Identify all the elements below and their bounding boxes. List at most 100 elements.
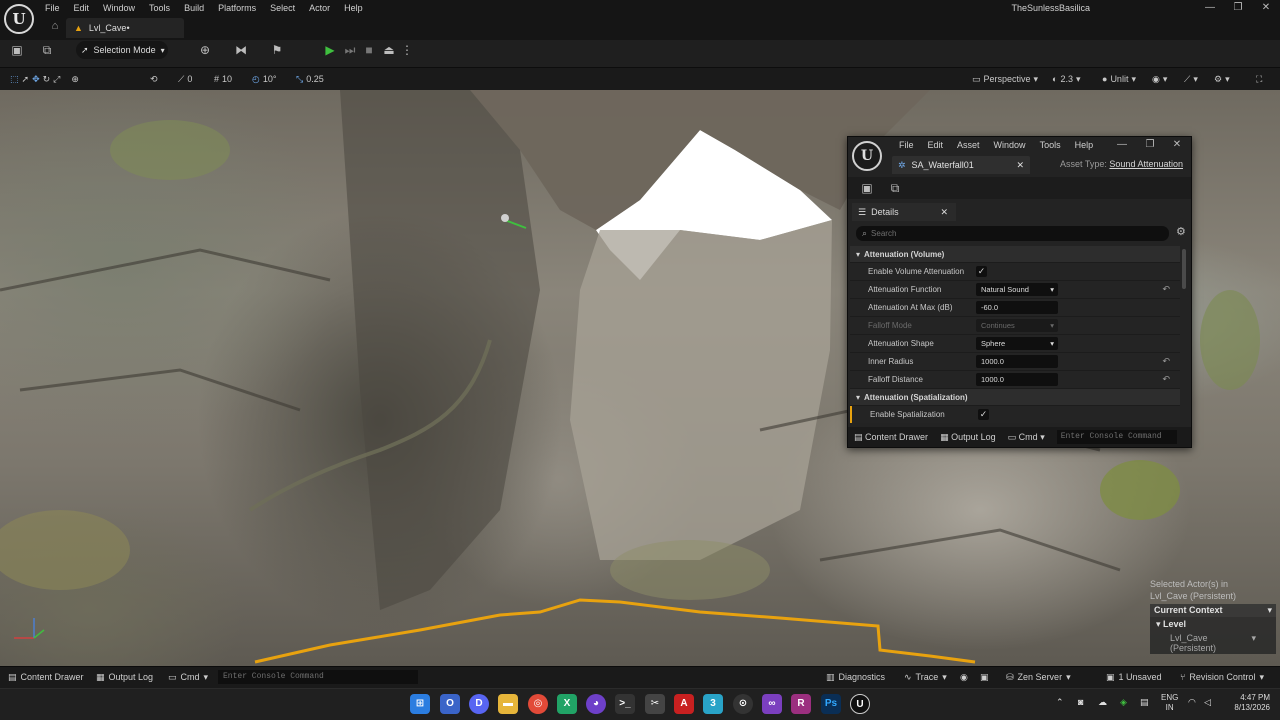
- menu-tools[interactable]: Tools: [142, 0, 177, 16]
- minimize-button[interactable]: —: [1108, 137, 1136, 153]
- close-icon[interactable]: ✕: [940, 207, 948, 218]
- attenuation-at-max-field[interactable]: -60.0: [976, 301, 1058, 314]
- menu-help[interactable]: Help: [1068, 137, 1101, 155]
- screenshot-button[interactable]: ▣: [980, 669, 989, 685]
- file-explorer-icon[interactable]: ▬: [498, 694, 518, 714]
- menu-window[interactable]: Window: [96, 0, 142, 16]
- asset-type-value[interactable]: Sound Attenuation: [1109, 159, 1183, 169]
- menu-file[interactable]: File: [892, 137, 921, 155]
- console-input[interactable]: Enter Console Command: [218, 670, 418, 684]
- camera-speed-dropdown[interactable]: ◐ 2.3 ▾: [1052, 71, 1080, 87]
- surface-snap-toggle[interactable]: ⟲: [150, 71, 158, 87]
- snap-toggle[interactable]: ⟋ 0: [178, 71, 192, 87]
- level-tab[interactable]: ▲ Lvl_Cave•: [66, 18, 184, 38]
- tray-cloud-icon[interactable]: ☁: [1098, 697, 1107, 708]
- settings-dropdown[interactable]: ⚙ ▾: [1214, 71, 1230, 87]
- reset-icon[interactable]: ↶: [1162, 356, 1170, 367]
- tray-discord-icon[interactable]: ◙: [1078, 697, 1083, 707]
- enable-volume-attenuation-checkbox[interactable]: ✓: [976, 266, 987, 277]
- grid-snap-toggle[interactable]: # 10: [214, 71, 232, 87]
- perspective-dropdown[interactable]: ▭ Perspective ▾: [972, 71, 1038, 87]
- discord-icon[interactable]: D: [469, 694, 489, 714]
- tray-app-icon[interactable]: ▤: [1140, 697, 1149, 708]
- menu-tools[interactable]: Tools: [1033, 137, 1068, 155]
- context-level-name-row[interactable]: Lvl_Cave (Persistent) ▾: [1150, 632, 1276, 654]
- asset-tab[interactable]: ✲ SA_Waterfall01 ✕: [892, 156, 1030, 174]
- content-browser-icon[interactable]: ⧉: [38, 41, 56, 59]
- maximize-button[interactable]: ❐: [1224, 0, 1252, 16]
- performance-dropdown[interactable]: ⟋ ▾: [1184, 71, 1198, 87]
- gear-icon[interactable]: ⚙: [1176, 225, 1186, 238]
- menu-select[interactable]: Select: [263, 0, 302, 16]
- scale-icon[interactable]: ⤢: [53, 71, 60, 87]
- maximize-button[interactable]: ❐: [1136, 137, 1164, 153]
- play-icon[interactable]: ▶: [321, 41, 339, 59]
- world-icon[interactable]: ⊕: [71, 71, 79, 87]
- unsaved-button[interactable]: ▣ 1 Unsaved: [1106, 669, 1162, 685]
- scale-snap-toggle[interactable]: ⤡ 0.25: [296, 71, 324, 87]
- cmd-dropdown[interactable]: ▭ Cmd ▾: [168, 669, 208, 685]
- trace-dropdown[interactable]: ∿ Trace ▾: [904, 669, 947, 685]
- stop-icon[interactable]: ■: [360, 41, 378, 59]
- close-button[interactable]: ✕: [1163, 137, 1191, 153]
- save-icon[interactable]: ▣: [8, 41, 26, 59]
- excel-icon[interactable]: X: [557, 694, 577, 714]
- chrome-icon[interactable]: ◎: [528, 694, 548, 714]
- browse-icon[interactable]: ⧉: [886, 179, 904, 197]
- output-log-button[interactable]: ▦ Output Log: [940, 432, 996, 443]
- move-icon[interactable]: ✥: [32, 71, 40, 87]
- details-scrollbar[interactable]: [1182, 249, 1186, 289]
- selection-mode-dropdown[interactable]: ➚ Selection Mode ▾: [76, 41, 168, 59]
- diagnostics-button[interactable]: ▥ Diagnostics: [826, 669, 885, 685]
- details-tab[interactable]: ☰ Details ✕: [852, 203, 956, 221]
- attenuation-function-dropdown[interactable]: Natural Sound ▾: [976, 283, 1058, 296]
- eject-icon[interactable]: ⏏: [380, 41, 398, 59]
- maximize-viewport-button[interactable]: ⛶: [1256, 71, 1262, 87]
- unreal-logo-icon[interactable]: U: [4, 4, 34, 34]
- reset-icon[interactable]: ↶: [1162, 284, 1170, 295]
- close-button[interactable]: ✕: [1252, 0, 1280, 16]
- home-icon[interactable]: ⌂: [48, 20, 62, 34]
- menu-file[interactable]: File: [38, 0, 67, 16]
- renderdoc-icon[interactable]: R: [791, 694, 811, 714]
- step-icon[interactable]: ⏭: [341, 41, 359, 59]
- minimize-button[interactable]: —: [1196, 0, 1224, 16]
- menu-platforms[interactable]: Platforms: [211, 0, 263, 16]
- section-attenuation-volume[interactable]: ▾ Attenuation (Volume): [850, 246, 1180, 263]
- cursor-icon[interactable]: ➚: [22, 71, 30, 87]
- reset-icon[interactable]: ↶: [1162, 374, 1170, 385]
- show-flags-dropdown[interactable]: ◉ ▾: [1152, 71, 1167, 87]
- rotate-icon[interactable]: ↻: [43, 71, 51, 87]
- attenuation-shape-dropdown[interactable]: Sphere ▾: [976, 337, 1058, 350]
- tray-nvidia-icon[interactable]: ◈: [1120, 697, 1127, 708]
- snipping-tool-icon[interactable]: ✂: [645, 694, 665, 714]
- unreal-engine-icon[interactable]: U: [850, 694, 870, 714]
- enable-spatialization-checkbox[interactable]: ✓: [978, 409, 989, 420]
- console-input[interactable]: Enter Console Command: [1056, 430, 1177, 444]
- cinematics-icon[interactable]: ⚑: [268, 41, 286, 59]
- menu-actor[interactable]: Actor: [302, 0, 337, 16]
- terminal-icon[interactable]: >_: [615, 694, 635, 714]
- blueprint-icon[interactable]: ⧓: [232, 41, 250, 59]
- more-options-icon[interactable]: ⋮: [398, 41, 416, 59]
- menu-edit[interactable]: Edit: [921, 137, 951, 155]
- outlook-icon[interactable]: O: [440, 694, 460, 714]
- menu-help[interactable]: Help: [337, 0, 370, 16]
- github-desktop-icon[interactable]: ⊙: [733, 694, 753, 714]
- pdf-reader-icon[interactable]: A: [674, 694, 694, 714]
- context-level-row[interactable]: ▾ Level: [1150, 617, 1276, 632]
- menu-edit[interactable]: Edit: [67, 0, 97, 16]
- section-attenuation-spatialization[interactable]: ▾ Attenuation (Spatialization): [850, 389, 1180, 406]
- select-icon[interactable]: ⬚: [10, 71, 19, 87]
- language-indicator[interactable]: ENG IN: [1161, 693, 1178, 713]
- menu-build[interactable]: Build: [177, 0, 211, 16]
- falloff-distance-field[interactable]: 1000.0: [976, 373, 1058, 386]
- revision-control-dropdown[interactable]: ⑂ Revision Control ▾: [1180, 669, 1264, 685]
- visual-studio-icon[interactable]: ∞: [762, 694, 782, 714]
- inner-radius-field[interactable]: 1000.0: [976, 355, 1058, 368]
- system-clock[interactable]: 4:47 PM 8/13/2026: [1226, 693, 1270, 713]
- volume-icon[interactable]: ◁: [1204, 697, 1211, 708]
- tray-overflow-icon[interactable]: ⌃: [1056, 697, 1064, 708]
- close-icon[interactable]: ✕: [1016, 160, 1024, 171]
- wifi-icon[interactable]: ◠: [1188, 697, 1196, 708]
